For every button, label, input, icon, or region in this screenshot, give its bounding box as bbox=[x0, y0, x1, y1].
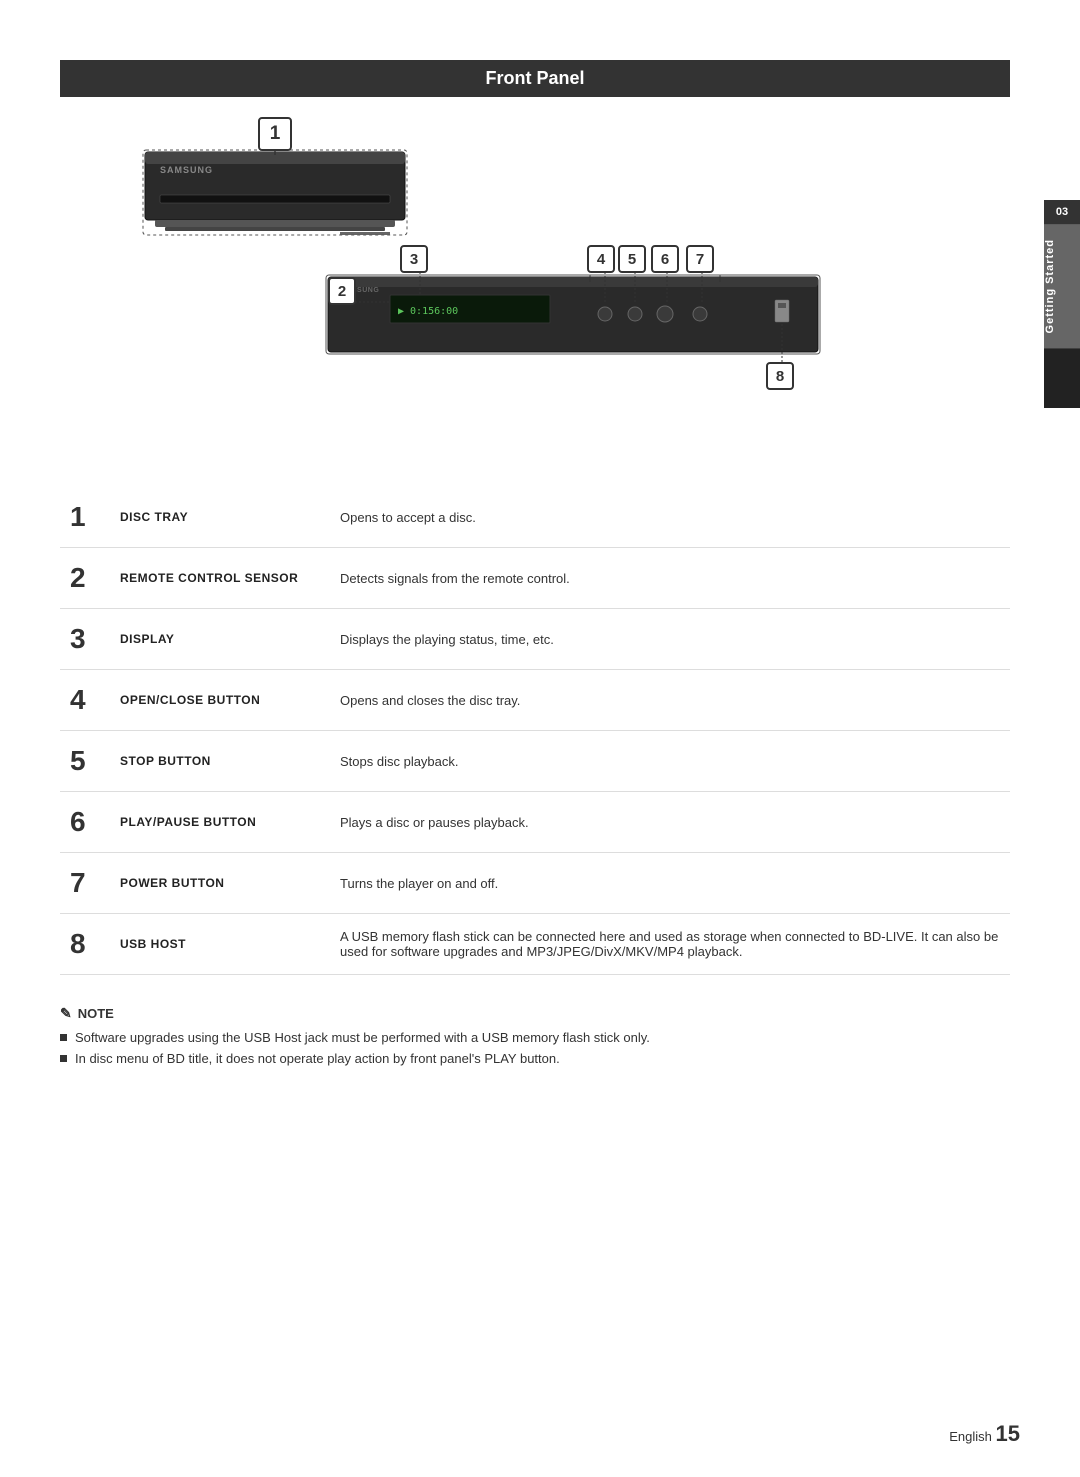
callout-5: 5 bbox=[618, 245, 646, 273]
svg-text:SAMSUNG: SAMSUNG bbox=[160, 165, 213, 175]
item-description: Displays the playing status, time, etc. bbox=[330, 609, 1010, 670]
note-bullet-item: In disc menu of BD title, it does not op… bbox=[60, 1051, 1010, 1066]
item-number: 1 bbox=[60, 487, 110, 548]
item-number: 8 bbox=[60, 914, 110, 975]
item-description: A USB memory flash stick can be connecte… bbox=[330, 914, 1010, 975]
chapter-number: 03 bbox=[1044, 200, 1080, 224]
table-row: 2 REMOTE CONTROL SENSOR Detects signals … bbox=[60, 548, 1010, 609]
svg-text:▶ 0:156:00: ▶ 0:156:00 bbox=[398, 306, 458, 317]
note-icon: ✎ bbox=[60, 1005, 72, 1022]
item-name: DISC TRAY bbox=[110, 487, 330, 548]
item-number: 3 bbox=[60, 609, 110, 670]
note-bullets: Software upgrades using the USB Host jac… bbox=[60, 1030, 1010, 1066]
item-name: REMOTE CONTROL SENSOR bbox=[110, 548, 330, 609]
item-number: 2 bbox=[60, 548, 110, 609]
bullet-icon bbox=[60, 1055, 67, 1062]
item-description: Plays a disc or pauses playback. bbox=[330, 792, 1010, 853]
item-name: STOP BUTTON bbox=[110, 731, 330, 792]
note-section: ✎ NOTE Software upgrades using the USB H… bbox=[60, 995, 1010, 1082]
item-description: Opens to accept a disc. bbox=[330, 487, 1010, 548]
bullet-icon bbox=[60, 1034, 67, 1041]
callout-7: 7 bbox=[686, 245, 714, 273]
item-number: 5 bbox=[60, 731, 110, 792]
table-row: 8 USB HOST A USB memory flash stick can … bbox=[60, 914, 1010, 975]
item-number: 7 bbox=[60, 853, 110, 914]
item-name: USB HOST bbox=[110, 914, 330, 975]
side-tab-accent bbox=[1044, 348, 1080, 408]
main-content: Front Panel SAMSUNG SAMSUNG ▶ 0:156:00 bbox=[60, 60, 1010, 1082]
item-name: DISPLAY bbox=[110, 609, 330, 670]
note-label: NOTE bbox=[78, 1006, 114, 1021]
section-header: Front Panel bbox=[60, 60, 1010, 97]
table-row: 6 PLAY/PAUSE BUTTON Plays a disc or paus… bbox=[60, 792, 1010, 853]
chapter-title: Getting Started bbox=[1044, 224, 1080, 348]
page-number: 15 bbox=[996, 1421, 1020, 1446]
callout-1: 1 bbox=[258, 117, 292, 151]
language-label: English bbox=[949, 1429, 992, 1444]
footer: English 15 bbox=[949, 1421, 1020, 1447]
item-number: 6 bbox=[60, 792, 110, 853]
diagram-svg: SAMSUNG SAMSUNG ▶ 0:156:00 bbox=[60, 117, 1010, 457]
table-row: 4 OPEN/CLOSE BUTTON Opens and closes the… bbox=[60, 670, 1010, 731]
item-name: POWER BUTTON bbox=[110, 853, 330, 914]
item-name: OPEN/CLOSE BUTTON bbox=[110, 670, 330, 731]
table-row: 7 POWER BUTTON Turns the player on and o… bbox=[60, 853, 1010, 914]
callout-4: 4 bbox=[587, 245, 615, 273]
bullet-text: In disc menu of BD title, it does not op… bbox=[75, 1051, 560, 1066]
item-description: Opens and closes the disc tray. bbox=[330, 670, 1010, 731]
callout-3: 3 bbox=[400, 245, 428, 273]
callout-6: 6 bbox=[651, 245, 679, 273]
note-bullet-item: Software upgrades using the USB Host jac… bbox=[60, 1030, 1010, 1045]
table-row: 3 DISPLAY Displays the playing status, t… bbox=[60, 609, 1010, 670]
side-tab: 03 Getting Started bbox=[1044, 200, 1080, 408]
item-description: Stops disc playback. bbox=[330, 731, 1010, 792]
callout-8: 8 bbox=[766, 362, 794, 390]
item-description: Detects signals from the remote control. bbox=[330, 548, 1010, 609]
item-number: 4 bbox=[60, 670, 110, 731]
note-header: ✎ NOTE bbox=[60, 1005, 1010, 1022]
table-row: 1 DISC TRAY Opens to accept a disc. bbox=[60, 487, 1010, 548]
items-table: 1 DISC TRAY Opens to accept a disc. 2 RE… bbox=[60, 487, 1010, 975]
diagram-area: SAMSUNG SAMSUNG ▶ 0:156:00 bbox=[60, 117, 1010, 457]
item-description: Turns the player on and off. bbox=[330, 853, 1010, 914]
callout-2: 2 bbox=[328, 277, 356, 305]
item-name: PLAY/PAUSE BUTTON bbox=[110, 792, 330, 853]
table-row: 5 STOP BUTTON Stops disc playback. bbox=[60, 731, 1010, 792]
bullet-text: Software upgrades using the USB Host jac… bbox=[75, 1030, 650, 1045]
